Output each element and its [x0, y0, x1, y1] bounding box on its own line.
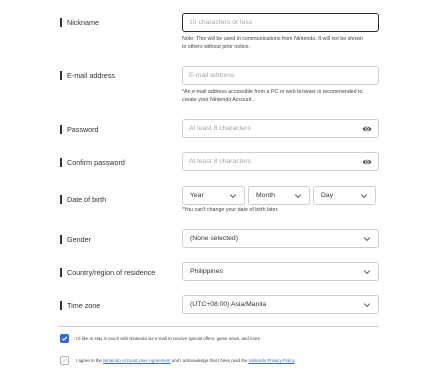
email-label-group: E-mail address: [60, 68, 115, 82]
gender-select[interactable]: (None selected): [182, 229, 379, 248]
timezone-select[interactable]: (UTC+08:00) Asia/Manila: [182, 295, 379, 314]
agree-suffix: .: [294, 358, 296, 363]
label-marker: [60, 300, 62, 310]
chevron-down-icon: [229, 194, 237, 199]
dob-month-select[interactable]: Month: [248, 186, 310, 205]
checkmark-icon: [61, 336, 68, 341]
nickname-label-group: Nickname: [60, 15, 99, 29]
privacy-policy-link[interactable]: Nintendo Privacy Policy: [249, 358, 295, 363]
chevron-down-icon: [360, 194, 368, 199]
dob-label: Date of birth: [67, 194, 107, 204]
checkmark-icon: [61, 358, 68, 363]
email-label: E-mail address: [67, 70, 115, 80]
newsletter-checkbox[interactable]: [60, 334, 69, 343]
label-marker: [60, 124, 62, 134]
gender-label-group: Gender: [60, 232, 91, 246]
chevron-down-icon: [363, 270, 371, 275]
label-marker: [60, 157, 62, 167]
timezone-value: (UTC+08:00) Asia/Manila: [190, 301, 267, 308]
country-select[interactable]: Philippines: [182, 262, 379, 281]
label-marker: [60, 70, 62, 80]
label-marker: [60, 194, 62, 204]
nickname-note: Note: This will be used in communication…: [182, 35, 382, 51]
chevron-down-icon: [363, 303, 371, 308]
email-note-line-2: create your Nintendo Account.: [182, 97, 253, 103]
dob-day-value: Day: [321, 192, 334, 199]
user-agreement-link[interactable]: Nintendo Account User Agreement: [103, 358, 170, 363]
divider: [58, 326, 379, 327]
password-input[interactable]: [189, 125, 378, 132]
chevron-down-icon: [363, 237, 371, 242]
nickname-label: Nickname: [67, 17, 99, 27]
chevron-down-icon: [294, 194, 302, 199]
label-marker: [60, 267, 62, 277]
confirm-password-label-group: Confirm password: [60, 155, 125, 169]
timezone-label-group: Time zone: [60, 298, 100, 312]
country-label: Country/region of residence: [67, 267, 156, 277]
newsletter-text: I'd like to stay in touch with Nintendo …: [76, 336, 262, 341]
nickname-input[interactable]: [189, 19, 378, 26]
confirm-password-field[interactable]: [182, 152, 379, 171]
label-marker: [60, 234, 62, 244]
agree-middle: and I acknowledge that I have read the: [170, 358, 249, 363]
gender-label: Gender: [67, 234, 91, 244]
label-marker: [60, 17, 62, 27]
dob-note: *You can't change your date of birth lat…: [182, 207, 279, 213]
nickname-field[interactable]: [182, 13, 379, 32]
email-input[interactable]: [189, 72, 378, 79]
dob-label-group: Date of birth: [60, 192, 106, 206]
nickname-note-line-2: to others without prior notice.: [182, 44, 251, 50]
nickname-note-line-1: Note: This will be used in communication…: [182, 36, 363, 42]
timezone-label: Time zone: [67, 300, 101, 310]
agree-checkbox[interactable]: [60, 356, 69, 365]
password-field[interactable]: [182, 119, 379, 138]
email-note-line-1: *An e-mail address accessible from a PC …: [182, 89, 363, 95]
password-label-group: Password: [60, 122, 99, 136]
confirm-password-label: Confirm password: [67, 157, 125, 167]
country-label-group: Country/region of residence: [60, 265, 155, 279]
email-field[interactable]: [182, 66, 379, 85]
dob-year-value: Year: [190, 192, 204, 199]
gender-value: (None selected): [190, 235, 238, 242]
email-note: *An e-mail address accessible from a PC …: [182, 88, 382, 104]
eye-icon[interactable]: [362, 157, 372, 167]
agree-prefix: I agree to the: [76, 358, 104, 363]
agree-text: I agree to the Nintendo Account User Agr…: [76, 358, 296, 363]
dob-year-select[interactable]: Year: [182, 186, 245, 205]
country-value: Philippines: [190, 268, 223, 275]
confirm-password-input[interactable]: [189, 158, 378, 165]
eye-icon[interactable]: [362, 124, 372, 134]
dob-day-select[interactable]: Day: [313, 186, 376, 205]
password-label: Password: [67, 124, 99, 134]
dob-month-value: Month: [256, 192, 275, 199]
